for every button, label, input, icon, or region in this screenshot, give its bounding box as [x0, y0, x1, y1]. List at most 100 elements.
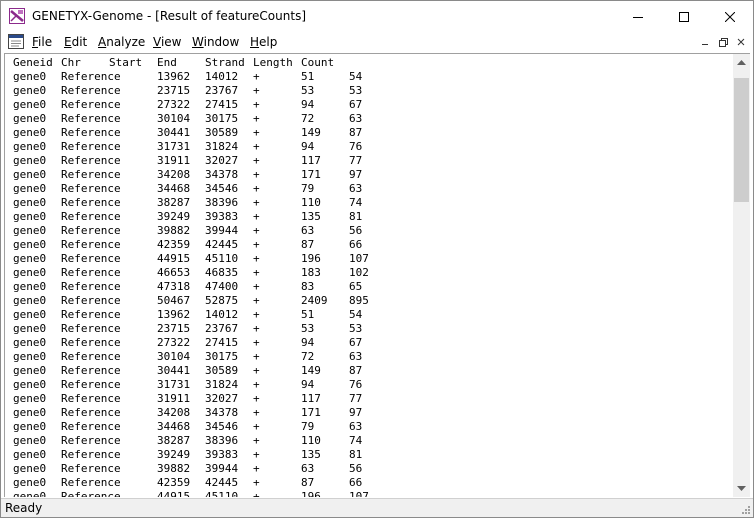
cell-strand: + [253, 112, 260, 125]
cell-start: 31731 [157, 378, 191, 391]
cell-strand: + [253, 406, 260, 419]
cell-strand: + [253, 294, 260, 307]
cell-strand: + [253, 448, 260, 461]
title-bar[interactable]: GENETYX-Genome - [Result of featureCount… [1, 1, 753, 32]
document-area: Geneid Chr Start End Strand Length Count… [4, 53, 750, 497]
cell-count: 54 [349, 308, 363, 321]
menu-analyze[interactable]: Analyze [98, 35, 145, 49]
menu-view[interactable]: View [153, 35, 181, 49]
cell-geneid: gene0 [13, 490, 47, 497]
cell-geneid: gene0 [13, 280, 47, 293]
cell-start: 39882 [157, 224, 191, 237]
cell-count: 66 [349, 476, 363, 489]
cell-length: 79 [301, 420, 315, 433]
document-icon[interactable] [8, 34, 24, 49]
cell-end: 30589 [205, 126, 239, 139]
cell-geneid: gene0 [13, 378, 47, 391]
cell-strand: + [253, 224, 260, 237]
doc-close-button[interactable] [733, 35, 749, 49]
size-grip-icon[interactable] [739, 503, 751, 515]
cell-start: 13962 [157, 308, 191, 321]
menu-file-label: ile [38, 35, 53, 49]
cell-length: 94 [301, 98, 315, 111]
scroll-up-button[interactable] [733, 54, 750, 71]
status-text: Ready [5, 501, 43, 515]
cell-end: 42445 [205, 476, 239, 489]
cell-end: 14012 [205, 308, 239, 321]
cell-chr: Reference [61, 294, 121, 307]
menu-help-mnemonic: H [250, 35, 260, 49]
cell-end: 39383 [205, 448, 239, 461]
cell-count: 102 [349, 266, 369, 279]
cell-count: 77 [349, 392, 363, 405]
cell-chr: Reference [61, 280, 121, 293]
cell-strand: + [253, 476, 260, 489]
cell-chr: Reference [61, 350, 121, 363]
menu-analyze-label: nalyze [106, 35, 146, 49]
cell-strand: + [253, 140, 260, 153]
menu-bar: File Edit Analyze View Window Help [1, 32, 753, 52]
cell-start: 44915 [157, 490, 191, 497]
scroll-down-button[interactable] [733, 480, 750, 497]
cell-end: 23767 [205, 84, 239, 97]
cell-start: 13962 [157, 70, 191, 83]
cell-start: 44915 [157, 252, 191, 265]
cell-geneid: gene0 [13, 238, 47, 251]
menu-window[interactable]: Window [192, 35, 239, 49]
cell-length: 196 [301, 490, 321, 497]
cell-count: 97 [349, 168, 363, 181]
close-button[interactable] [707, 1, 753, 32]
cell-length: 87 [301, 476, 315, 489]
cell-count: 67 [349, 336, 363, 349]
cell-start: 30104 [157, 112, 191, 125]
cell-start: 31911 [157, 392, 191, 405]
doc-minimize-button[interactable] [697, 35, 713, 49]
genetyx-app-icon[interactable] [9, 8, 25, 24]
cell-geneid: gene0 [13, 350, 47, 363]
cell-strand: + [253, 210, 260, 223]
header-row: Geneid Chr Start End Strand Length Count [13, 56, 334, 70]
cell-end: 34546 [205, 420, 239, 433]
cell-count: 56 [349, 462, 363, 475]
cell-chr: Reference [61, 70, 121, 83]
cell-chr: Reference [61, 462, 121, 475]
cell-strand: + [253, 266, 260, 279]
maximize-button[interactable] [661, 1, 707, 32]
cell-chr: Reference [61, 154, 121, 167]
cell-end: 39944 [205, 224, 239, 237]
cell-count: 63 [349, 350, 363, 363]
cell-end: 32027 [205, 154, 239, 167]
cell-start: 31731 [157, 140, 191, 153]
cell-strand: + [253, 182, 260, 195]
cell-count: 81 [349, 448, 363, 461]
cell-end: 31824 [205, 378, 239, 391]
cell-geneid: gene0 [13, 112, 47, 125]
cell-start: 27322 [157, 98, 191, 111]
vertical-scrollbar[interactable] [733, 54, 750, 497]
cell-length: 135 [301, 210, 321, 223]
cell-length: 79 [301, 182, 315, 195]
cell-length: 135 [301, 448, 321, 461]
cell-geneid: gene0 [13, 364, 47, 377]
menu-file[interactable]: File [32, 35, 52, 49]
cell-start: 23715 [157, 322, 191, 335]
cell-start: 39249 [157, 448, 191, 461]
cell-count: 53 [349, 322, 363, 335]
minimize-button[interactable] [615, 1, 661, 32]
cell-count: 77 [349, 154, 363, 167]
menu-help[interactable]: Help [250, 35, 277, 49]
scroll-thumb[interactable] [734, 78, 749, 202]
doc-restore-icon [718, 37, 728, 47]
cell-geneid: gene0 [13, 476, 47, 489]
cell-length: 72 [301, 112, 315, 125]
menu-edit[interactable]: Edit [64, 35, 87, 49]
cell-length: 72 [301, 350, 315, 363]
cell-count: 67 [349, 98, 363, 111]
close-icon [725, 11, 735, 22]
header-strand: Strand [205, 56, 245, 69]
doc-restore-button[interactable] [715, 35, 731, 49]
text-view[interactable]: Geneid Chr Start End Strand Length Count… [5, 54, 735, 497]
cell-start: 47318 [157, 280, 191, 293]
cell-length: 94 [301, 336, 315, 349]
cell-start: 42359 [157, 476, 191, 489]
